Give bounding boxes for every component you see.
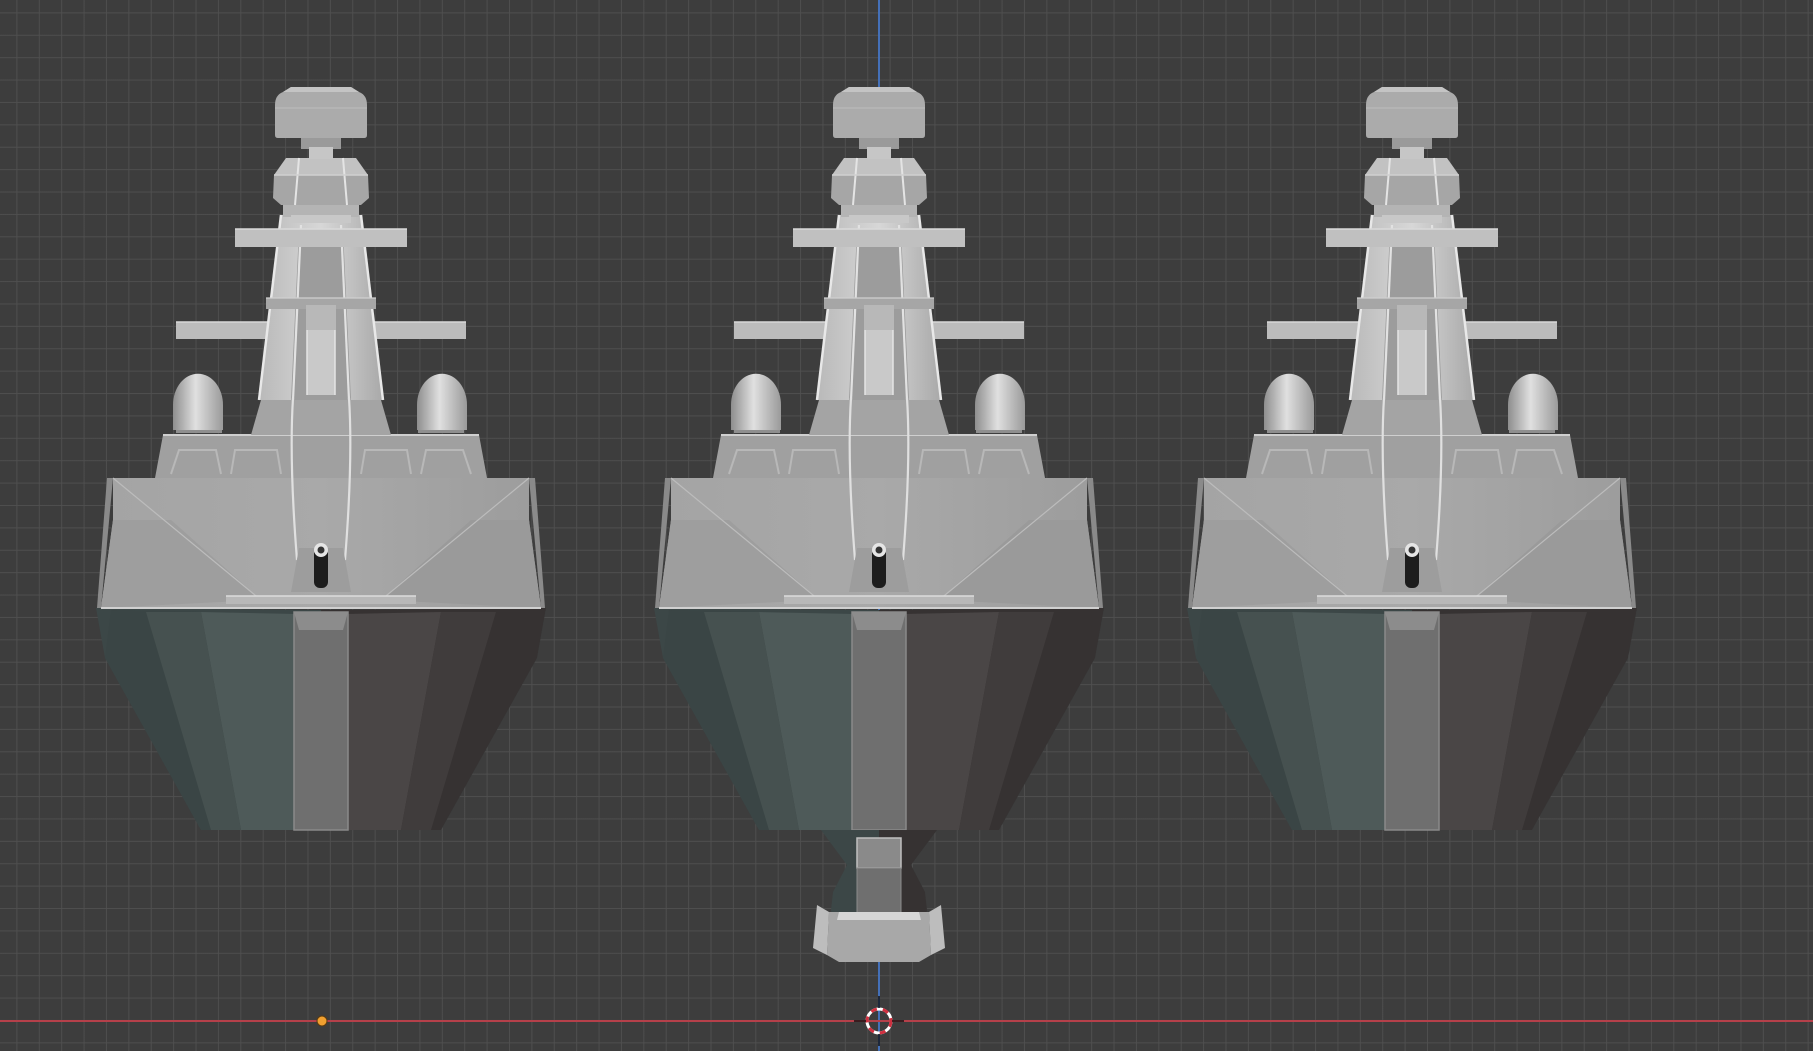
bow-bulb xyxy=(813,830,945,962)
ship-center[interactable] xyxy=(652,85,1106,962)
viewport-canvas[interactable] xyxy=(0,0,1813,1051)
ship-left[interactable] xyxy=(94,85,548,832)
3d-viewport[interactable] xyxy=(0,0,1813,1051)
origin-point-icon[interactable] xyxy=(316,1015,328,1027)
ship-right[interactable] xyxy=(1185,85,1639,832)
